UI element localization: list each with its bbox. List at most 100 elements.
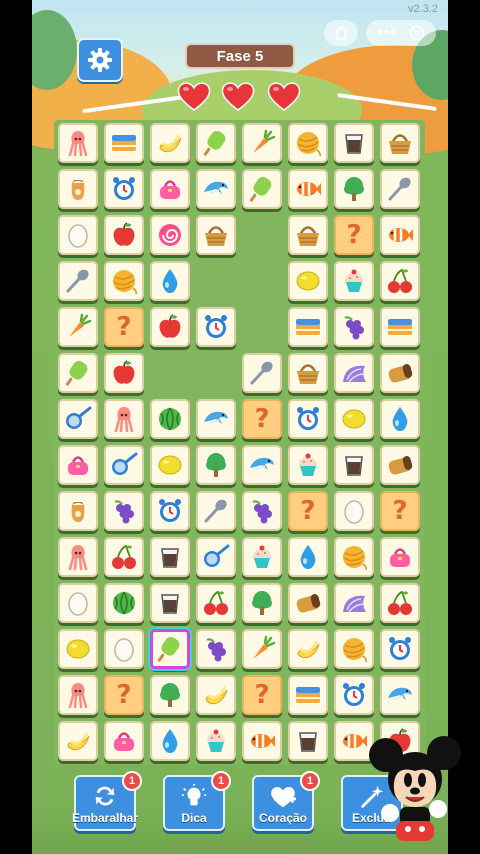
mystery-tile[interactable]: ? bbox=[242, 399, 282, 439]
tile[interactable] bbox=[242, 169, 282, 209]
tile[interactable] bbox=[104, 399, 144, 439]
tile[interactable] bbox=[380, 629, 420, 669]
tile[interactable] bbox=[150, 399, 190, 439]
tile[interactable] bbox=[104, 353, 144, 393]
close-icon[interactable] bbox=[409, 25, 425, 41]
tile[interactable] bbox=[380, 307, 420, 347]
tile[interactable] bbox=[334, 307, 374, 347]
tile[interactable] bbox=[380, 537, 420, 577]
tile[interactable] bbox=[58, 445, 98, 485]
tile[interactable] bbox=[150, 307, 190, 347]
mystery-tile[interactable]: ? bbox=[242, 675, 282, 715]
tile[interactable] bbox=[58, 583, 98, 623]
hint-button[interactable]: Dica 1 bbox=[163, 771, 231, 831]
tile[interactable] bbox=[334, 583, 374, 623]
tile[interactable] bbox=[334, 169, 374, 209]
tile[interactable] bbox=[334, 445, 374, 485]
tile[interactable] bbox=[334, 491, 374, 531]
tile[interactable] bbox=[288, 675, 328, 715]
tile[interactable] bbox=[380, 445, 420, 485]
tile[interactable] bbox=[380, 169, 420, 209]
tile[interactable] bbox=[150, 445, 190, 485]
home-capsule-button[interactable] bbox=[324, 20, 358, 46]
tile[interactable] bbox=[58, 491, 98, 531]
tile[interactable] bbox=[104, 215, 144, 255]
tile[interactable] bbox=[104, 629, 144, 669]
tile[interactable] bbox=[196, 399, 236, 439]
tile[interactable] bbox=[104, 583, 144, 623]
tile[interactable] bbox=[150, 123, 190, 163]
tile[interactable] bbox=[242, 537, 282, 577]
mystery-tile[interactable]: ? bbox=[380, 491, 420, 531]
tile[interactable] bbox=[58, 675, 98, 715]
tile[interactable] bbox=[380, 353, 420, 393]
tile[interactable] bbox=[380, 215, 420, 255]
tile[interactable] bbox=[150, 583, 190, 623]
tile[interactable] bbox=[288, 215, 328, 255]
tile[interactable] bbox=[150, 629, 190, 669]
tile[interactable] bbox=[58, 629, 98, 669]
tile[interactable] bbox=[104, 169, 144, 209]
tile[interactable] bbox=[58, 307, 98, 347]
tile[interactable] bbox=[196, 169, 236, 209]
tile[interactable] bbox=[242, 353, 282, 393]
tile[interactable] bbox=[196, 721, 236, 761]
tile[interactable] bbox=[242, 491, 282, 531]
tile[interactable] bbox=[334, 123, 374, 163]
tile[interactable] bbox=[242, 445, 282, 485]
tile[interactable] bbox=[334, 399, 374, 439]
tile[interactable] bbox=[288, 261, 328, 301]
tile[interactable] bbox=[288, 537, 328, 577]
more-icon[interactable]: ••• bbox=[377, 24, 397, 42]
tile[interactable] bbox=[150, 215, 190, 255]
tile[interactable] bbox=[288, 721, 328, 761]
tile[interactable] bbox=[334, 629, 374, 669]
tile[interactable] bbox=[196, 629, 236, 669]
tile[interactable] bbox=[380, 675, 420, 715]
mystery-tile[interactable]: ? bbox=[334, 215, 374, 255]
tile[interactable] bbox=[380, 261, 420, 301]
tile[interactable] bbox=[288, 629, 328, 669]
tile[interactable] bbox=[288, 583, 328, 623]
tile[interactable] bbox=[334, 675, 374, 715]
tile[interactable] bbox=[242, 721, 282, 761]
tile[interactable] bbox=[380, 399, 420, 439]
mystery-tile[interactable]: ? bbox=[288, 491, 328, 531]
tile[interactable] bbox=[196, 307, 236, 347]
tile[interactable] bbox=[196, 491, 236, 531]
tile[interactable] bbox=[150, 537, 190, 577]
tile[interactable] bbox=[242, 583, 282, 623]
mystery-tile[interactable]: ? bbox=[104, 675, 144, 715]
tile[interactable] bbox=[288, 307, 328, 347]
tile[interactable] bbox=[58, 261, 98, 301]
tile[interactable] bbox=[288, 445, 328, 485]
settings-button[interactable] bbox=[77, 38, 123, 82]
tile[interactable] bbox=[380, 583, 420, 623]
tile[interactable] bbox=[196, 445, 236, 485]
tile[interactable] bbox=[288, 399, 328, 439]
tile[interactable] bbox=[104, 261, 144, 301]
tile[interactable] bbox=[380, 123, 420, 163]
tile[interactable] bbox=[288, 123, 328, 163]
tile[interactable] bbox=[288, 353, 328, 393]
tile[interactable] bbox=[58, 353, 98, 393]
shuffle-button[interactable]: Embaralhar 1 bbox=[72, 771, 142, 831]
heart-button[interactable]: Coração 1 bbox=[252, 771, 320, 831]
tile[interactable] bbox=[196, 675, 236, 715]
tile[interactable] bbox=[150, 675, 190, 715]
tile[interactable] bbox=[104, 721, 144, 761]
tile[interactable] bbox=[58, 123, 98, 163]
tile[interactable] bbox=[150, 169, 190, 209]
tile[interactable] bbox=[334, 537, 374, 577]
tile[interactable] bbox=[242, 629, 282, 669]
tile[interactable] bbox=[58, 537, 98, 577]
tile[interactable] bbox=[104, 491, 144, 531]
tile[interactable] bbox=[288, 169, 328, 209]
tile[interactable] bbox=[58, 721, 98, 761]
tile[interactable] bbox=[104, 445, 144, 485]
mystery-tile[interactable]: ? bbox=[104, 307, 144, 347]
tile[interactable] bbox=[334, 353, 374, 393]
tile[interactable] bbox=[196, 215, 236, 255]
tile[interactable] bbox=[104, 537, 144, 577]
tile[interactable] bbox=[58, 169, 98, 209]
